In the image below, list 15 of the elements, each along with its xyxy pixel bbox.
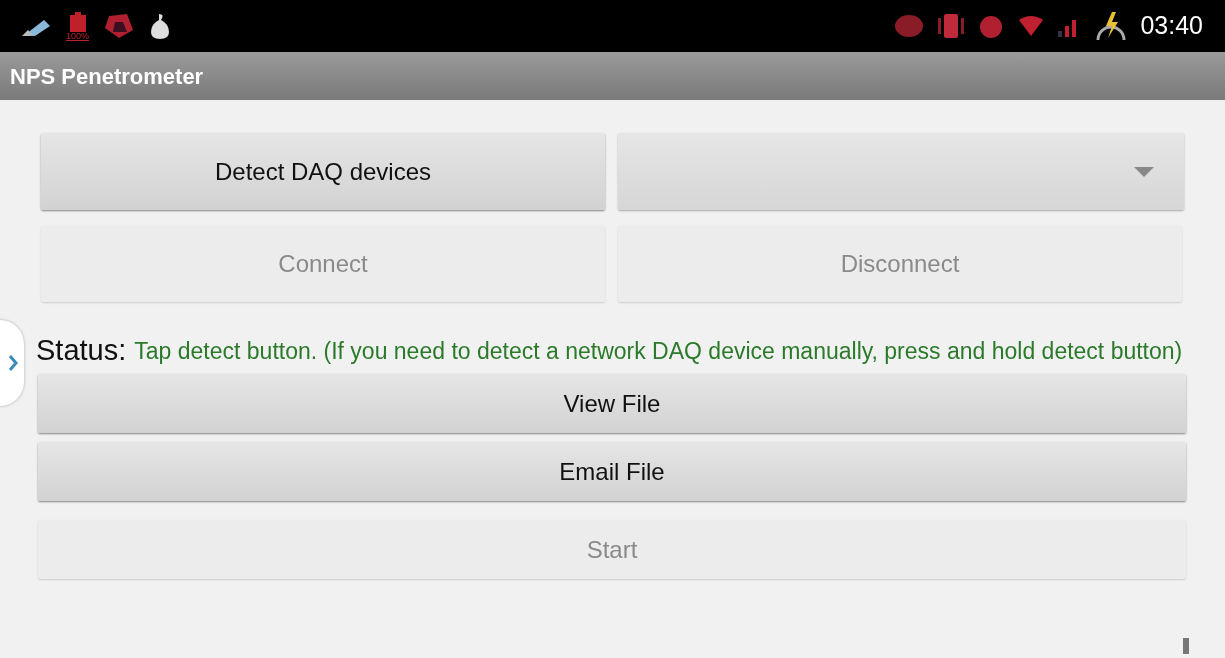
charging-gauge-icon: [1096, 10, 1127, 42]
clock-time: 03:40: [1140, 10, 1203, 42]
wifi-icon: [1018, 14, 1045, 38]
status-message: Tap detect button. (If you need to detect a network DAQ device manually, press and hold detect button): [134, 337, 1183, 365]
action-button[interactable]: View File: [38, 374, 1186, 433]
app-title: NPS Penetrometer: [10, 62, 204, 91]
action-button[interactable]: Email File: [38, 442, 1186, 501]
chevron-right-icon: [8, 354, 18, 372]
vibrate-icon: [938, 12, 965, 40]
dropdown-caret-icon: [1134, 166, 1154, 177]
scroll-indicator: [1183, 638, 1189, 654]
battery-label: 100%: [66, 31, 90, 41]
action-button[interactable]: Detect DAQ devices: [41, 133, 605, 210]
status-label: Status:: [36, 334, 127, 366]
battery-icon: [69, 11, 86, 32]
